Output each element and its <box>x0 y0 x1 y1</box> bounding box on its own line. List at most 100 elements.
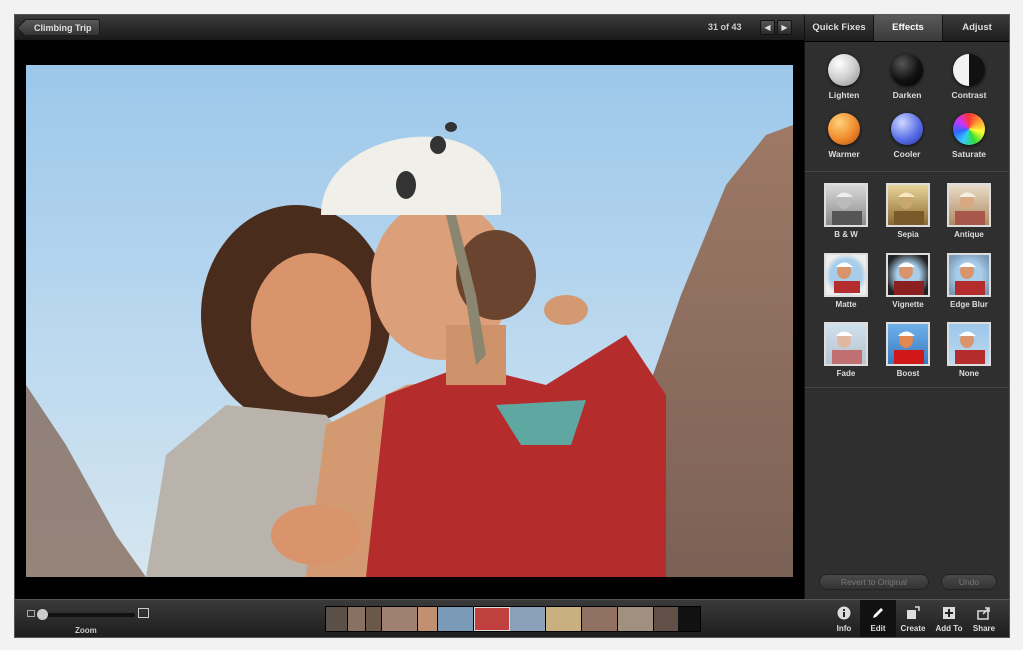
saturate-icon <box>953 113 985 145</box>
contrast-label: Contrast <box>951 90 987 100</box>
fade-thumbnail <box>824 322 868 366</box>
none-label: None <box>959 369 979 378</box>
back-button-label: Climbing Trip <box>34 23 92 33</box>
fade-label: Fade <box>836 369 856 378</box>
info-label: Info <box>836 624 852 633</box>
zoom-slider[interactable] <box>39 613 135 617</box>
create-icon <box>905 606 921 622</box>
left-arrow-icon: ◀ <box>764 23 771 32</box>
create-label: Create <box>900 624 926 633</box>
warmer-label: Warmer <box>828 149 860 159</box>
photo-illustration <box>26 122 793 577</box>
darken-icon <box>891 54 923 86</box>
filmstrip-thumbnail[interactable] <box>366 607 382 631</box>
effect-antique[interactable]: Antique <box>940 183 998 239</box>
previous-photo-button[interactable]: ◀ <box>760 20 775 35</box>
zoom-label: Zoom <box>75 626 97 635</box>
saturate-label: Saturate <box>951 149 986 159</box>
bw-label: B & W <box>834 230 858 239</box>
add-to-label: Add To <box>935 624 963 633</box>
quick-adjustments: Lighten Darken Contrast Warmer Cooler Sa… <box>805 42 1009 172</box>
add-to-button[interactable]: Add To <box>931 600 967 637</box>
tab-adjust[interactable]: Adjust <box>942 15 1009 41</box>
vignette-thumbnail <box>886 253 930 297</box>
effect-vignette[interactable]: Vignette <box>879 253 937 309</box>
cooler-label: Cooler <box>893 149 921 159</box>
effects-grid: B & W Sepia Antique Matte Vignette Edge … <box>805 173 1009 388</box>
boost-thumbnail <box>886 322 930 366</box>
edit-label: Edit <box>870 624 886 633</box>
filmstrip-thumbnail[interactable] <box>348 607 366 631</box>
iphoto-window: Climbing Trip 31 of 43 ◀ ▶ Quick Fixes E… <box>14 14 1010 638</box>
share-label: Share <box>972 624 996 633</box>
filmstrip-thumbnail[interactable] <box>418 607 438 631</box>
filmstrip[interactable] <box>325 606 701 632</box>
cooler-icon <box>891 113 923 145</box>
antique-thumbnail <box>947 183 991 227</box>
zoom-in-icon[interactable] <box>138 608 149 618</box>
matte-label: Matte <box>835 300 857 309</box>
edge-blur-thumbnail <box>947 253 991 297</box>
zoom-slider-knob[interactable] <box>37 609 48 620</box>
effect-matte[interactable]: Matte <box>817 253 875 309</box>
darken-label: Darken <box>892 90 922 100</box>
pencil-icon <box>870 606 886 622</box>
cooler-button[interactable]: Cooler <box>877 113 937 159</box>
effect-boost[interactable]: Boost <box>879 322 937 378</box>
vignette-label: Vignette <box>892 300 924 309</box>
main-photo[interactable] <box>26 65 793 577</box>
effect-bw[interactable]: B & W <box>817 183 875 239</box>
info-icon <box>836 606 852 622</box>
tab-quick-fixes[interactable]: Quick Fixes <box>804 15 873 41</box>
warmer-button[interactable]: Warmer <box>814 113 874 159</box>
darken-button[interactable]: Darken <box>877 54 937 100</box>
filmstrip-thumbnail-selected[interactable] <box>474 607 510 631</box>
none-thumbnail <box>947 322 991 366</box>
edge-blur-label: Edge Blur <box>950 300 988 309</box>
revert-to-original-button[interactable]: Revert to Original <box>819 574 929 590</box>
filmstrip-thumbnail[interactable] <box>618 607 654 631</box>
filmstrip-thumbnail[interactable] <box>326 607 348 631</box>
title-bar: Climbing Trip 31 of 43 ◀ ▶ Quick Fixes E… <box>15 15 1009 41</box>
filmstrip-thumbnail[interactable] <box>382 607 418 631</box>
photo-counter: 31 of 43 <box>708 22 742 32</box>
info-button[interactable]: Info <box>826 600 862 637</box>
filmstrip-thumbnail[interactable] <box>438 607 474 631</box>
undo-button[interactable]: Undo <box>941 574 997 590</box>
filmstrip-thumbnail[interactable] <box>546 607 582 631</box>
contrast-icon <box>953 54 985 86</box>
tab-effects[interactable]: Effects <box>873 15 942 41</box>
matte-thumbnail <box>824 253 868 297</box>
warmer-icon <box>828 113 860 145</box>
share-button[interactable]: Share <box>966 600 1002 637</box>
contrast-button[interactable]: Contrast <box>939 54 999 100</box>
bw-thumbnail <box>824 183 868 227</box>
filmstrip-thumbnail[interactable] <box>510 607 546 631</box>
next-photo-button[interactable]: ▶ <box>777 20 792 35</box>
zoom-out-icon[interactable] <box>27 610 35 617</box>
effect-sepia[interactable]: Sepia <box>879 183 937 239</box>
saturate-button[interactable]: Saturate <box>939 113 999 159</box>
edit-tabs: Quick Fixes Effects Adjust <box>804 15 1009 41</box>
bottom-toolbar: Zoom Info Edit Create Add To Share <box>15 599 1009 637</box>
filmstrip-thumbnail[interactable] <box>654 607 678 631</box>
antique-label: Antique <box>954 230 984 239</box>
create-button[interactable]: Create <box>895 600 931 637</box>
lighten-icon <box>828 54 860 86</box>
photo-viewer <box>15 42 804 599</box>
effects-panel: Lighten Darken Contrast Warmer Cooler Sa… <box>804 42 1009 599</box>
back-to-album-button[interactable]: Climbing Trip <box>23 19 100 36</box>
right-arrow-icon: ▶ <box>781 23 788 32</box>
filmstrip-thumbnail[interactable] <box>582 607 618 631</box>
sepia-thumbnail <box>886 183 930 227</box>
effect-none[interactable]: None <box>940 322 998 378</box>
edit-button[interactable]: Edit <box>860 600 896 637</box>
effect-edge-blur[interactable]: Edge Blur <box>940 253 998 309</box>
sepia-label: Sepia <box>897 230 919 239</box>
effect-fade[interactable]: Fade <box>817 322 875 378</box>
add-icon <box>941 606 957 622</box>
lighten-label: Lighten <box>828 90 860 100</box>
share-icon <box>976 606 992 622</box>
lighten-button[interactable]: Lighten <box>814 54 874 100</box>
boost-label: Boost <box>896 369 920 378</box>
